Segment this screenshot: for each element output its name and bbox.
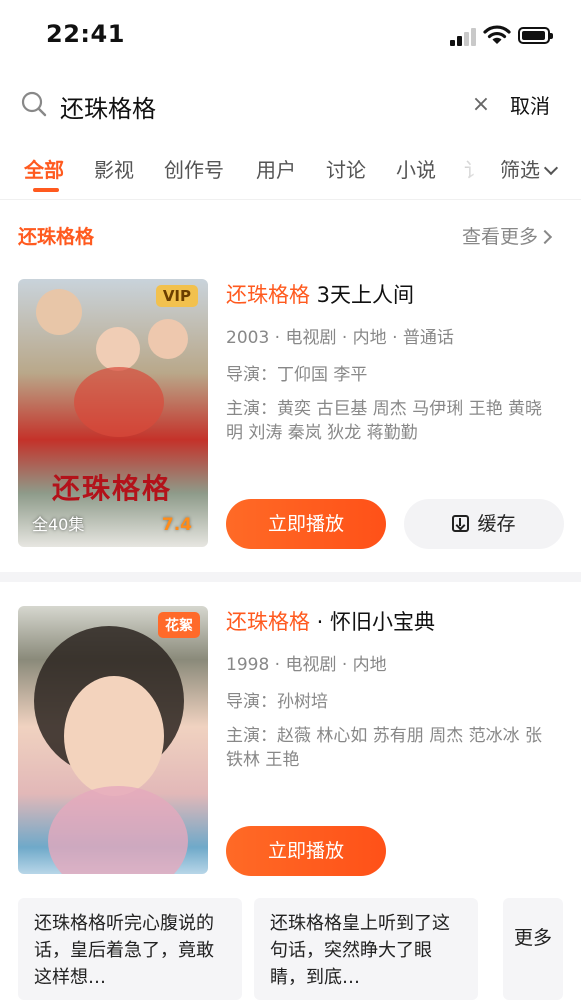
snippet-card[interactable]: 还珠格格皇上听到了这句话，突然睁大了眼睛，到底… <box>254 898 478 1000</box>
status-time: 22:41 <box>46 20 125 48</box>
tab-users[interactable]: 用户 <box>256 154 296 183</box>
poster-title-art: 还珠格格 <box>52 472 173 505</box>
section-title: 还珠格格 <box>18 226 95 248</box>
card-info: 还珠格格 · 怀旧小宝典 1998 · 电视剧 · 内地 导演：孙树培 主演：赵… <box>226 606 556 772</box>
see-more-link[interactable]: 查看更多 <box>462 222 553 249</box>
download-label: 缓存 <box>477 513 516 535</box>
card-cast: 主演：黄奕 古巨基 周杰 马伊琍 王艳 黄晓明 刘涛 秦岚 狄龙 蒋勤勤 <box>226 399 543 443</box>
download-icon <box>452 515 470 532</box>
play-button[interactable]: 立即播放 <box>226 826 386 876</box>
vip-badge: VIP <box>155 285 198 307</box>
tab-novel[interactable]: 小说 <box>396 154 436 183</box>
clip-snippets: 还珠格格听完心腹说的话，皇后着急了，竟敢这样想… 还珠格格皇上听到了这句话，突然… <box>0 898 581 1000</box>
tab-film-tv[interactable]: 影视 <box>94 154 134 183</box>
more-snippets-button[interactable]: 更多 <box>503 898 563 1000</box>
signal-icon <box>450 28 478 46</box>
card-meta: 1998 · 电视剧 · 内地 <box>226 655 387 675</box>
section-header: 还珠格格 查看更多 <box>0 214 581 258</box>
battery-icon <box>518 27 553 44</box>
card-title[interactable]: 还珠格格 3天上人间 <box>226 279 556 309</box>
filter-label: 筛选 <box>500 158 540 182</box>
filter-button[interactable]: 筛选 <box>500 154 559 183</box>
status-bar: 22:41 <box>0 0 581 72</box>
poster-image[interactable]: 还珠格格 VIP 全40集 7.4 <box>18 279 208 547</box>
card-title[interactable]: 还珠格格 · 怀旧小宝典 <box>226 606 556 636</box>
close-icon[interactable]: × <box>470 94 492 116</box>
snippet-card[interactable]: 还珠格格听完心腹说的话，皇后着急了，竟敢这样想… <box>18 898 242 1000</box>
tabs-fade <box>462 148 502 198</box>
poster-image[interactable]: 花絮 <box>18 606 208 874</box>
card-meta: 2003 · 电视剧 · 内地 · 普通话 <box>226 328 454 348</box>
wifi-icon <box>483 25 511 44</box>
chevron-right-icon <box>537 229 553 245</box>
rating: 7.4 <box>161 515 192 535</box>
clip-badge: 花絮 <box>158 612 200 638</box>
tab-discussion[interactable]: 讨论 <box>326 154 366 183</box>
active-tab-indicator <box>33 188 59 192</box>
card-director: 导演：孙树培 <box>226 692 328 712</box>
card-director: 导演：丁仰国 李平 <box>226 365 368 385</box>
title-rest: · 怀旧小宝典 <box>310 610 436 634</box>
tab-creator[interactable]: 创作号 <box>164 154 224 183</box>
episode-count: 全40集 <box>32 515 85 534</box>
card-cast: 主演：赵薇 林心如 苏有朋 周杰 范冰冰 张铁林 王艳 <box>226 726 543 770</box>
search-input[interactable] <box>60 86 450 126</box>
chevron-down-icon <box>543 160 559 176</box>
see-more-label: 查看更多 <box>462 226 539 248</box>
section-divider <box>0 572 581 582</box>
play-button[interactable]: 立即播放 <box>226 499 386 549</box>
title-rest: 3天上人间 <box>310 283 415 307</box>
search-bar: × 取消 <box>0 80 581 134</box>
search-icon <box>21 91 47 117</box>
title-highlight: 还珠格格 <box>226 610 310 634</box>
tab-all[interactable]: 全部 <box>24 154 64 183</box>
result-card: 还珠格格 VIP 全40集 7.4 还珠格格 3天上人间 2003 · 电视剧 … <box>0 279 581 559</box>
title-highlight: 还珠格格 <box>226 283 310 307</box>
card-info: 还珠格格 3天上人间 2003 · 电视剧 · 内地 · 普通话 导演：丁仰国 … <box>226 279 556 445</box>
result-card: 花絮 还珠格格 · 怀旧小宝典 1998 · 电视剧 · 内地 导演：孙树培 主… <box>0 606 581 876</box>
cancel-button[interactable]: 取消 <box>510 90 550 119</box>
download-button[interactable]: 缓存 <box>404 499 564 549</box>
category-tabs: 全部 影视 创作号 用户 讨论 小说 讠 筛选 <box>0 148 581 200</box>
